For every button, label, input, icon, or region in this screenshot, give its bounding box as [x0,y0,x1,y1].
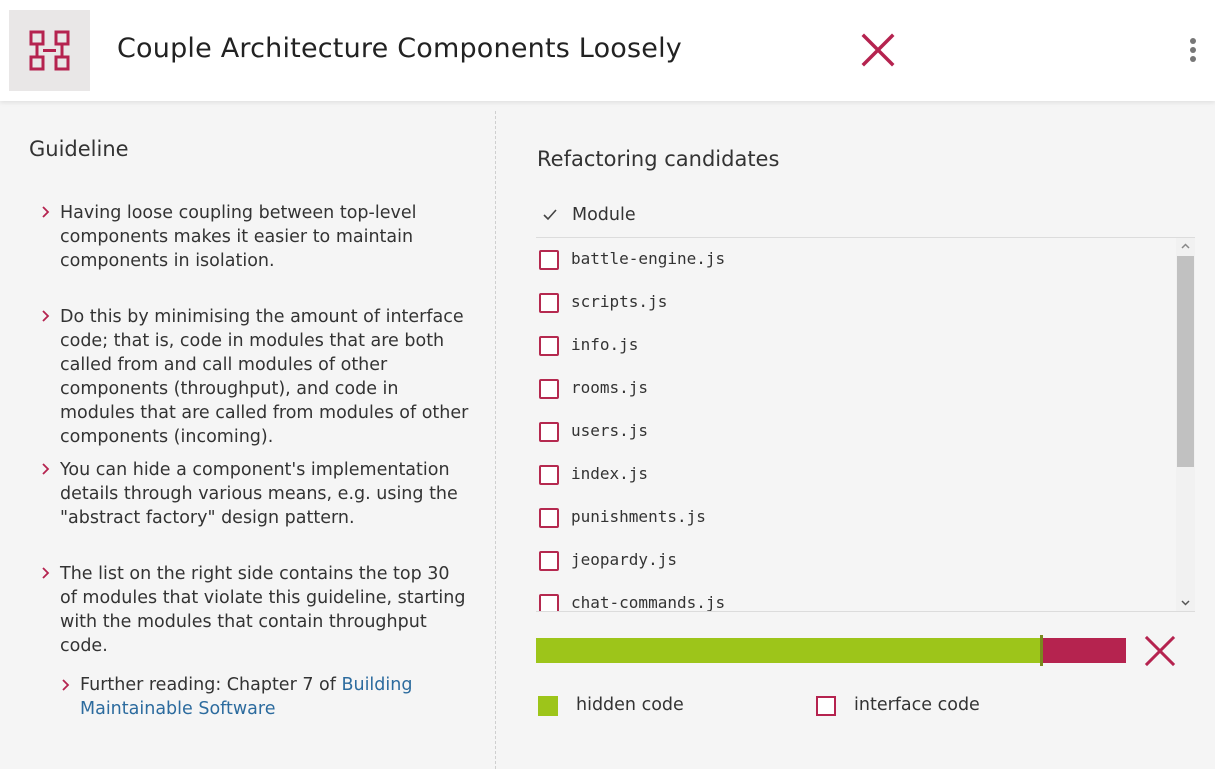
module-checkbox[interactable] [539,465,559,485]
module-column-header[interactable]: Module [536,197,1195,238]
module-name: battle-engine.js [571,249,726,268]
page-title: Couple Architecture Components Loosely [117,33,682,64]
module-checkbox[interactable] [539,336,559,356]
module-checkbox[interactable] [539,379,559,399]
divider [536,611,1195,612]
guideline-bullet: Having loose coupling between top-level … [40,201,470,273]
module-list: battle-engine.js scripts.js info.js room… [536,238,1179,611]
scroll-up-icon[interactable] [1180,241,1191,252]
list-item[interactable]: users.js [536,410,1176,453]
module-name: users.js [571,421,649,440]
module-checkbox[interactable] [539,422,559,442]
further-reading: Further reading: Chapter 7 of Building M… [60,673,460,721]
module-checkbox[interactable] [539,293,559,313]
guideline-bullet: Do this by minimising the amount of inte… [40,305,470,449]
guideline-heading: Guideline [29,137,129,161]
guideline-bullet: The list on the right side contains the … [40,562,470,658]
scroll-down-icon[interactable] [1180,597,1191,608]
code-ratio-bar [536,635,1126,666]
list-item[interactable]: info.js [536,324,1176,367]
guideline-panel: Guideline Having loose coupling between … [0,111,496,769]
list-item[interactable]: battle-engine.js [536,238,1176,281]
checkmark-icon [543,209,557,221]
module-column-label: Module [572,205,636,225]
hidden-code-swatch [538,696,558,716]
chevron-right-icon [42,206,50,218]
module-name: index.js [571,464,649,483]
list-item[interactable]: rooms.js [536,367,1176,410]
module-checkbox[interactable] [539,508,559,528]
interface-code-swatch [816,696,836,716]
list-item[interactable]: chat-commands.js [536,582,1176,611]
module-checkbox[interactable] [539,250,559,270]
module-name: punishments.js [571,507,706,526]
module-name: chat-commands.js [571,593,726,611]
more-vert-icon[interactable] [1184,38,1202,68]
module-checkbox[interactable] [539,594,559,611]
list-item[interactable]: scripts.js [536,281,1176,324]
module-name: scripts.js [571,292,668,311]
module-name: rooms.js [571,378,649,397]
close-icon[interactable] [1144,635,1176,667]
module-name: jeopardy.js [571,550,677,569]
chevron-right-icon [42,463,50,475]
module-checkbox[interactable] [539,551,559,571]
chevron-right-icon [42,567,50,579]
chevron-right-icon [42,310,50,322]
scroll-thumb[interactable] [1177,256,1194,467]
refactoring-panel: Refactoring candidates Module battle-eng… [496,111,1215,769]
hidden-code-bar [536,638,1042,663]
component-grid-icon [9,10,90,91]
module-list-scrollbar[interactable] [1176,238,1195,611]
list-item[interactable]: punishments.js [536,496,1176,539]
bar-marker [1040,635,1043,666]
close-icon[interactable] [861,33,895,67]
list-item[interactable]: index.js [536,453,1176,496]
module-name: info.js [571,335,639,354]
app-header: Couple Architecture Components Loosely [0,0,1215,101]
further-reading-prefix: Further reading: Chapter 7 of [80,675,342,695]
guideline-bullet: You can hide a component's implementatio… [40,458,470,530]
list-item[interactable]: jeopardy.js [536,539,1176,582]
chevron-right-icon [62,679,70,691]
refactoring-heading: Refactoring candidates [537,147,780,171]
